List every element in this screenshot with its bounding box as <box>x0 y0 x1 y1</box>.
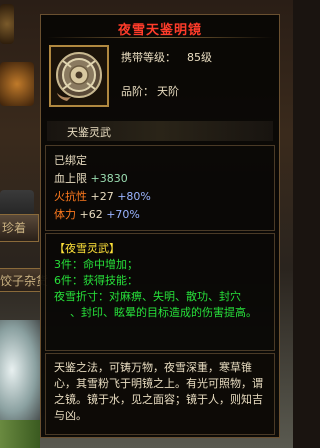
shop-tab[interactable]: 饺子杂货 <box>0 268 48 292</box>
bag-tab[interactable]: 珍着 <box>0 214 39 242</box>
equipment-slot[interactable] <box>0 4 14 44</box>
bronze-mirror-icon <box>56 52 102 101</box>
level-label: 携带等级： <box>121 51 176 64</box>
set-name: 【夜雪灵武】 <box>54 242 120 255</box>
stamina-value: +62 <box>79 208 103 221</box>
attributes-section: 已绑定 血上限 +3830 火抗性 +27 +80% 体力 +62 +70% <box>45 145 275 231</box>
item-subtitle: 天鉴灵武 <box>67 126 111 139</box>
stamina-percent: +70% <box>106 208 140 221</box>
grade-label: 品阶： <box>121 85 154 98</box>
bound-status: 已绑定 <box>54 154 87 167</box>
set-bonus-6: 6件：获得技能： <box>54 274 138 287</box>
hp-label: 血上限 <box>54 172 87 185</box>
character-figure <box>0 320 40 420</box>
set-bonus-3: 3件：命中增加； <box>54 258 138 271</box>
hp-value: +3830 <box>90 172 128 185</box>
set-skill-line-2: 、封印、眩晕的目标造成的伤害提高。 <box>70 306 257 319</box>
equipment-slot-weapon[interactable] <box>0 62 34 106</box>
title-divider <box>47 37 273 38</box>
item-description: 天鉴之法，可铸万物，夜雪深重，寒草锥心，其雪粉飞于明镜之上。有光可照物，谓之镜。… <box>54 361 263 422</box>
bag-tab-label: 珍着 <box>2 221 27 235</box>
item-icon-frame <box>49 45 109 107</box>
fire-percent: +80% <box>117 190 151 203</box>
fire-value: +27 <box>90 190 114 203</box>
level-value: 85级 <box>187 51 212 64</box>
set-bonus-section: 【夜雪灵武】 3件：命中增加； 6件：获得技能： 夜雪折寸：对麻痹、失明、散功、… <box>45 233 275 351</box>
set-skill-line-1: 夜雪折寸：对麻痹、失明、散功、封穴 <box>54 290 241 303</box>
item-name: 夜雪天鉴明镜 <box>117 23 202 38</box>
description-section: 天鉴之法，可铸万物，夜雪深重，寒草锥心，其雪粉飞于明镜之上。有光可照物，谓之镜。… <box>45 353 275 435</box>
hp-attribute: 血上限 +3830 <box>54 170 128 186</box>
stamina-label: 体力 <box>54 208 76 221</box>
scenery-leaf <box>0 420 40 448</box>
stamina-attribute: 体力 +62 +70% <box>54 206 140 222</box>
item-tooltip: 夜雪天鉴明镜 携带等级： 85级 品阶： 天阶 天鉴灵武 已绑定 血上限 +38… <box>40 14 280 438</box>
fire-label: 火抗性 <box>54 190 87 203</box>
grade-value: 天阶 <box>157 85 179 98</box>
fire-resist-attribute: 火抗性 +27 +80% <box>54 188 151 204</box>
